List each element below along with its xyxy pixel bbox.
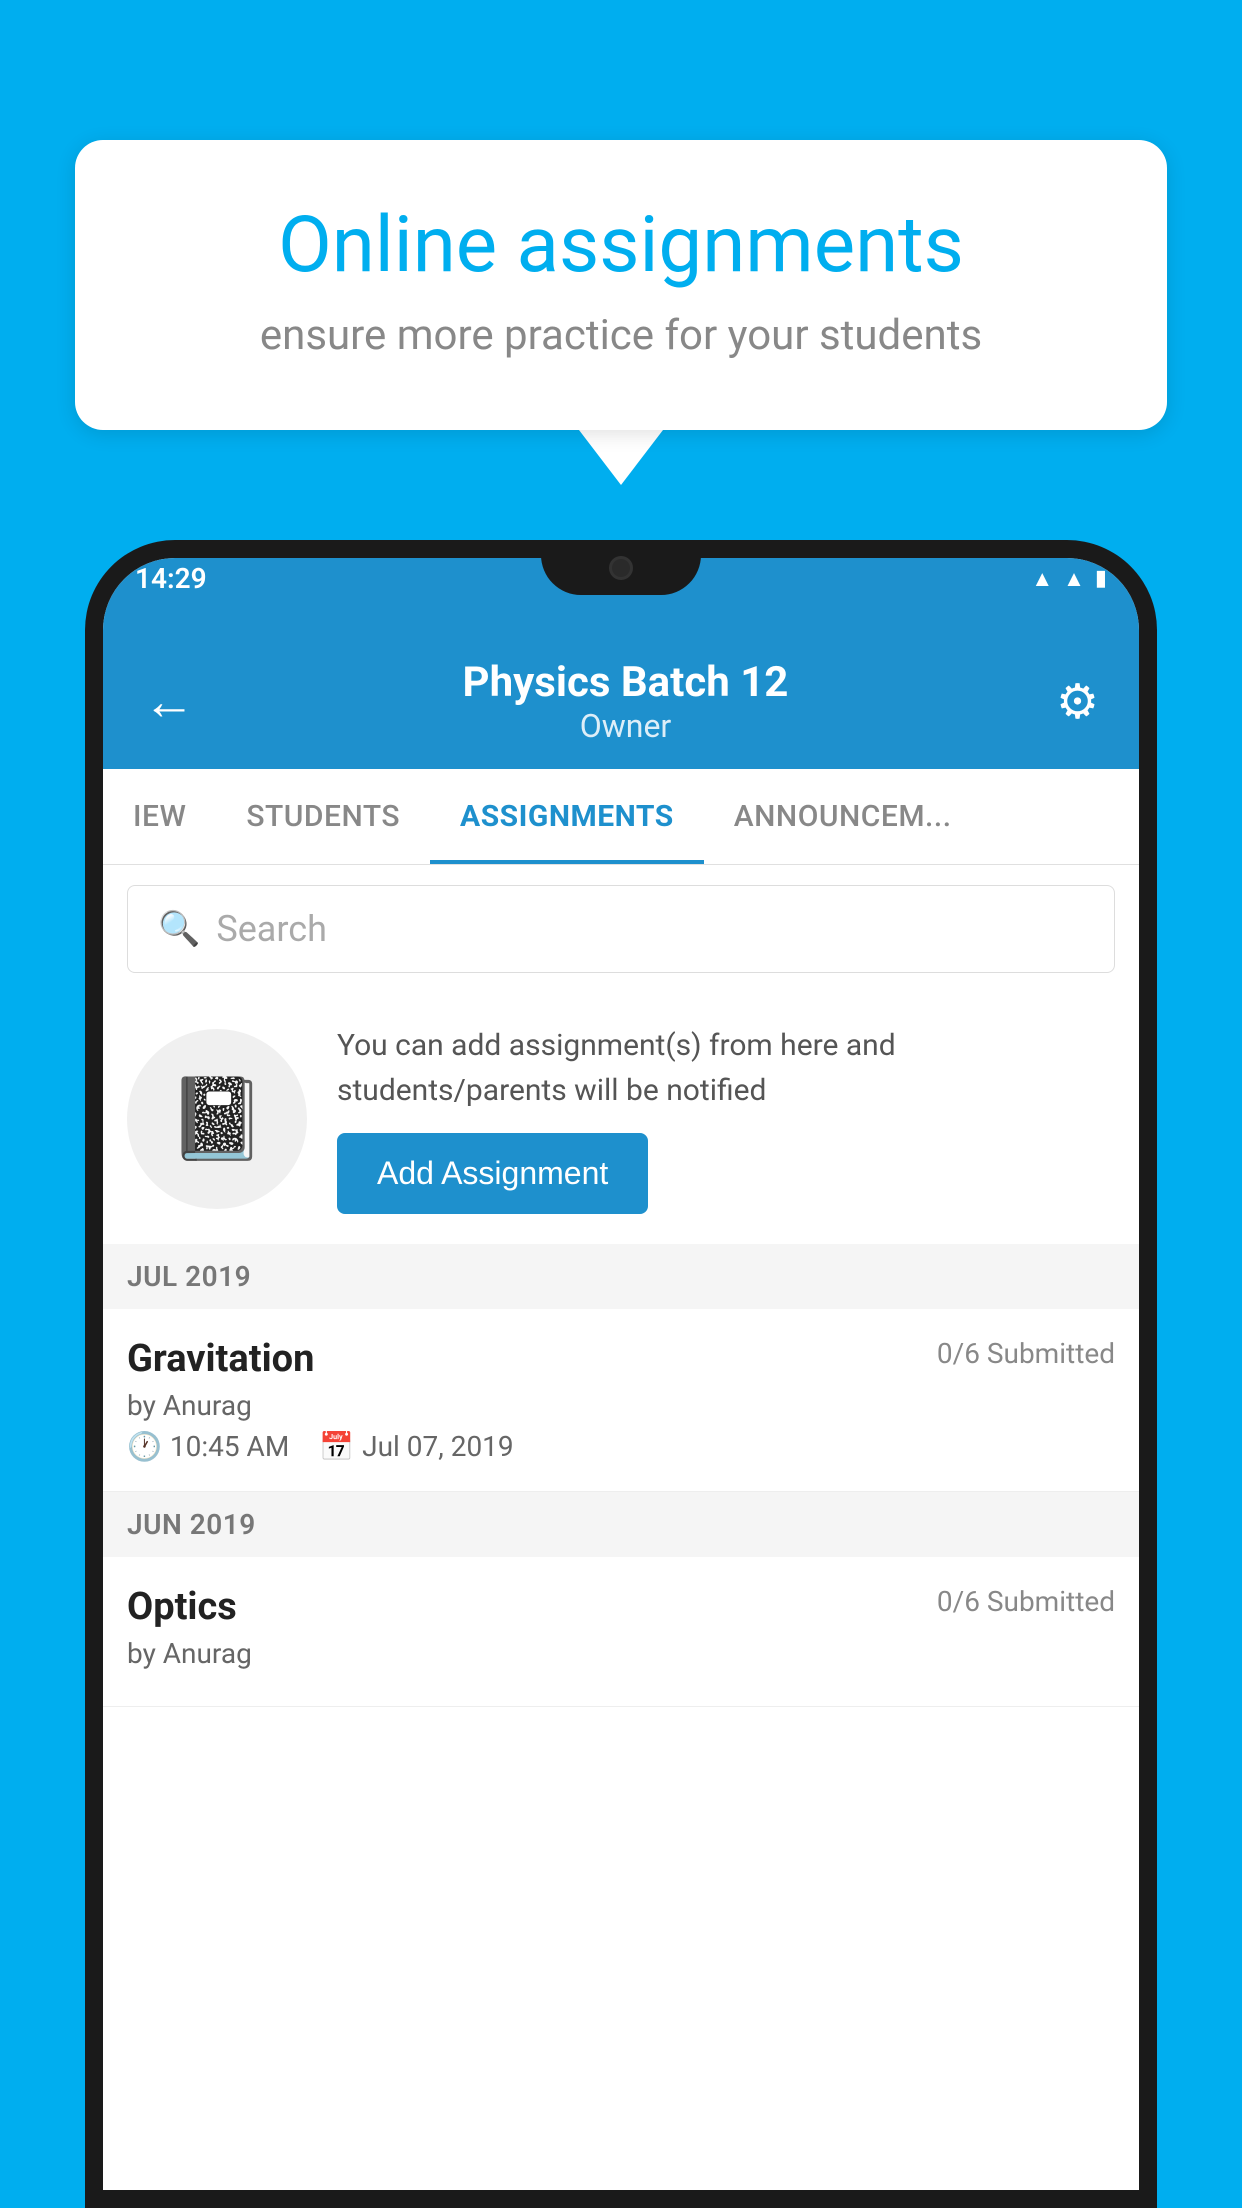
phone-container: 14:29 ▲ ▲ ▮ ← Physics Batch 12 Owner ⚙ — [85, 540, 1157, 2208]
header-center: Physics Batch 12 Owner — [195, 658, 1056, 745]
assignment-description: You can add assignment(s) from here and … — [337, 1023, 1115, 1113]
header-title: Physics Batch 12 — [195, 658, 1056, 707]
battery-icon: ▮ — [1095, 566, 1107, 591]
back-arrow-icon: ← — [143, 673, 195, 731]
assignment-submitted: 0/6 Submitted — [937, 1337, 1115, 1370]
tab-iew[interactable]: IEW — [103, 769, 216, 864]
speech-bubble-title: Online assignments — [155, 200, 1087, 291]
calendar-icon: 📅 — [319, 1430, 354, 1463]
search-bar-container: 🔍 Search — [103, 865, 1139, 993]
assignment-name-2: Optics — [127, 1585, 237, 1629]
search-icon: 🔍 — [158, 909, 200, 949]
phone-outer: 14:29 ▲ ▲ ▮ ← Physics Batch 12 Owner ⚙ — [85, 540, 1157, 2208]
assignment-icon-circle: 📓 — [127, 1029, 307, 1209]
assignment-item-row: Gravitation 0/6 Submitted — [127, 1337, 1115, 1381]
back-button[interactable]: ← — [143, 672, 195, 732]
table-row[interactable]: Optics 0/6 Submitted by Anurag — [103, 1557, 1139, 1707]
speech-bubble-subtitle: ensure more practice for your students — [155, 311, 1087, 360]
add-assignment-button[interactable]: Add Assignment — [337, 1133, 648, 1214]
gear-icon: ⚙ — [1056, 676, 1099, 729]
assignment-item-row-2: Optics 0/6 Submitted — [127, 1585, 1115, 1629]
app-header: 14:29 ▲ ▲ ▮ ← Physics Batch 12 Owner ⚙ — [103, 558, 1139, 769]
tab-announcements[interactable]: ANNOUNCEM... — [704, 769, 982, 864]
phone-screen: 14:29 ▲ ▲ ▮ ← Physics Batch 12 Owner ⚙ — [103, 558, 1139, 2190]
status-time: 14:29 — [135, 562, 207, 595]
speech-bubble-container: Online assignments ensure more practice … — [75, 140, 1167, 485]
assignment-date: Jul 07, 2019 — [362, 1430, 514, 1463]
table-row[interactable]: Gravitation 0/6 Submitted by Anurag 🕐 10… — [103, 1309, 1139, 1492]
assignment-name: Gravitation — [127, 1337, 314, 1381]
settings-button[interactable]: ⚙ — [1056, 674, 1099, 730]
date-item: 📅 Jul 07, 2019 — [319, 1430, 513, 1463]
assignment-time: 10:45 AM — [170, 1430, 289, 1463]
section-header-jul: JUL 2019 — [103, 1244, 1139, 1309]
assignment-by: by Anurag — [127, 1389, 1115, 1422]
assignment-by-2: by Anurag — [127, 1637, 1115, 1670]
speech-bubble-arrow — [579, 430, 663, 485]
time-item: 🕐 10:45 AM — [127, 1430, 289, 1463]
search-bar[interactable]: 🔍 Search — [127, 885, 1115, 973]
tabs-bar: IEW STUDENTS ASSIGNMENTS ANNOUNCEM... — [103, 769, 1139, 865]
header-subtitle: Owner — [195, 707, 1056, 745]
section-header-jun: JUN 2019 — [103, 1492, 1139, 1557]
status-icons: ▲ ▲ ▮ — [1031, 566, 1107, 592]
assignment-list: JUL 2019 Gravitation 0/6 Submitted by An… — [103, 1244, 1139, 2190]
signal-icon: ▲ — [1063, 566, 1085, 592]
search-placeholder: Search — [216, 908, 327, 950]
assignment-info: You can add assignment(s) from here and … — [337, 1023, 1115, 1214]
clock-icon: 🕐 — [127, 1430, 162, 1463]
assignment-submitted-2: 0/6 Submitted — [937, 1585, 1115, 1618]
tab-assignments[interactable]: ASSIGNMENTS — [430, 769, 704, 864]
assignment-time-row: 🕐 10:45 AM 📅 Jul 07, 2019 — [127, 1430, 1115, 1463]
notebook-icon: 📓 — [167, 1072, 267, 1166]
add-assignment-section: 📓 You can add assignment(s) from here an… — [103, 993, 1139, 1244]
tab-students[interactable]: STUDENTS — [216, 769, 430, 864]
speech-bubble: Online assignments ensure more practice … — [75, 140, 1167, 430]
wifi-icon: ▲ — [1031, 566, 1053, 592]
